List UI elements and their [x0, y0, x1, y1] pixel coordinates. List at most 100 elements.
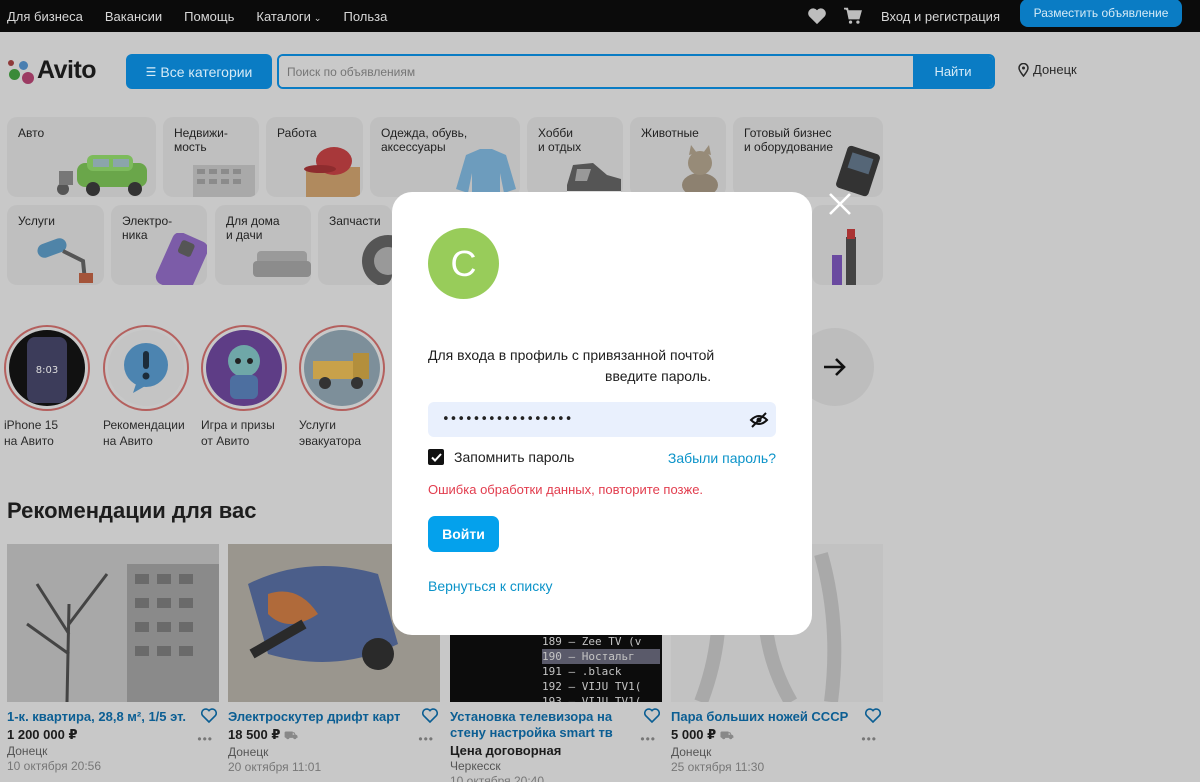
tv-channel-row: 191 — .black — [542, 665, 622, 678]
category-label: Работа — [277, 126, 317, 140]
logo-dots-icon — [7, 57, 35, 85]
top-bar: Для бизнеса Вакансии Помощь Каталоги ⌄ По… — [0, 0, 1200, 32]
listing-city: Донецк — [671, 745, 712, 759]
favorite-heart-icon[interactable] — [422, 708, 438, 723]
listing-title[interactable]: Пара больших ножей СССР — [671, 709, 861, 725]
login-message: Для входа в профиль с привязанной почтой… — [428, 345, 728, 387]
location-label: Донецк — [1033, 62, 1077, 77]
category-label: Для дома и дачи — [226, 214, 280, 242]
login-register-link[interactable]: Вход и регистрация — [881, 9, 1000, 24]
location-selector[interactable]: Донецк — [1018, 62, 1077, 77]
listing-city: Донецк — [7, 744, 48, 758]
post-ad-button[interactable]: Разместить объявление — [1020, 0, 1182, 27]
search-list-icon: ☰ — [145, 64, 157, 79]
phone-image — [155, 233, 207, 285]
password-field — [428, 402, 776, 437]
category-label: Готовый бизнес и оборудование — [744, 126, 833, 154]
more-options-icon[interactable]: ••• — [197, 732, 213, 746]
nav-catalogs[interactable]: Каталоги ⌄ — [256, 9, 321, 24]
back-to-list-link[interactable]: Вернуться к списку — [428, 578, 553, 594]
nav-jobs[interactable]: Вакансии — [105, 9, 162, 24]
top-nav: Для бизнеса Вакансии Помощь Каталоги ⌄ По… — [7, 9, 409, 24]
login-message-line2: введите пароль. — [605, 368, 712, 384]
story-ring — [103, 325, 189, 411]
story-label: Игра и призы от Авито — [201, 418, 275, 448]
nav-business[interactable]: Для бизнеса — [7, 9, 83, 24]
delivery-truck-icon: ⛟ — [719, 730, 734, 742]
listing-city: Черкесск — [450, 759, 501, 773]
story-ring: 8:03 — [4, 325, 90, 411]
avatar: С — [428, 228, 499, 299]
toggle-password-visibility-button[interactable] — [742, 402, 776, 437]
arrow-right-icon — [824, 358, 846, 376]
tv-channel-row: 190 — Ностальг — [542, 649, 660, 664]
listing-price-value: 18 500 ₽ — [228, 727, 281, 742]
story-label: iPhone 15 на Авито — [4, 418, 59, 448]
category-auto[interactable]: Авто — [7, 117, 156, 197]
exclamation-icon — [124, 343, 168, 393]
sneaker-image — [567, 163, 621, 195]
listing-date: 10 октября 20:56 — [7, 759, 102, 773]
login-button[interactable]: Войти — [428, 516, 499, 552]
favorite-heart-icon[interactable] — [865, 708, 881, 723]
location-pin-icon — [1018, 62, 1029, 77]
category-business[interactable]: Готовый бизнес и оборудование — [733, 117, 883, 197]
favorite-heart-icon[interactable] — [201, 708, 217, 723]
category-work[interactable]: Работа — [266, 117, 363, 197]
listing-card[interactable]: 1-к. квартира, 28,8 м², 1/5 эт. 1 200 00… — [7, 544, 219, 773]
cap-box-image — [304, 147, 360, 197]
more-options-icon[interactable]: ••• — [640, 732, 656, 746]
remember-password[interactable]: Запомнить пароль — [428, 449, 574, 465]
listing-title[interactable]: Электроскутер дрифт карт — [228, 709, 418, 725]
story-image — [206, 330, 282, 406]
category-clothing[interactable]: Одежда, обувь, аксессуары — [370, 117, 520, 197]
favorite-heart-icon[interactable] — [644, 708, 660, 723]
story-ring — [201, 325, 287, 411]
story-game[interactable]: Игра и призы от Авито — [201, 325, 287, 449]
listing-title[interactable]: Установка телевизора на стену настройка … — [450, 709, 640, 741]
category-parts[interactable]: Запчасти — [318, 205, 392, 285]
cat-image — [682, 145, 718, 197]
remember-label: Запомнить пароль — [454, 449, 575, 465]
error-message: Ошибка обработки данных, повторите позже… — [428, 482, 704, 497]
category-label: Авто — [18, 126, 45, 140]
avito-logo[interactable]: Avito — [7, 56, 97, 85]
nav-help[interactable]: Помощь — [184, 9, 234, 24]
listing-title[interactable]: 1-к. квартира, 28,8 м², 1/5 эт. — [7, 709, 197, 725]
story-iphone[interactable]: 8:03 iPhone 15 на Авито — [4, 325, 90, 449]
all-categories-button[interactable]: ☰ Все категории — [126, 54, 272, 89]
category-home[interactable]: Для дома и дачи — [215, 205, 311, 285]
listing-price: Цена договорная — [450, 743, 562, 758]
search-button[interactable]: Найти — [913, 56, 993, 87]
building-image — [193, 165, 255, 197]
category-label: Запчасти — [329, 214, 381, 228]
story-ring — [299, 325, 385, 411]
password-input[interactable] — [428, 402, 742, 437]
category-animals[interactable]: Животные — [630, 117, 726, 197]
checkmark-icon — [430, 452, 442, 462]
category-label: Недвижи- мость — [174, 126, 228, 154]
close-icon[interactable] — [826, 190, 854, 218]
jacket-image — [456, 149, 516, 197]
category-services[interactable]: Услуги — [7, 205, 104, 285]
remember-checkbox[interactable] — [428, 449, 444, 465]
category-realty[interactable]: Недвижи- мость — [163, 117, 259, 197]
story-tow-truck[interactable]: Услуги эвакуатора — [299, 325, 385, 449]
search-input[interactable] — [279, 56, 913, 87]
favorites-heart-icon[interactable] — [807, 7, 827, 25]
login-modal: С Для входа в профиль с привязанной почт… — [392, 192, 812, 635]
tv-channel-row: 193 — VIJU TV1( — [542, 695, 642, 702]
category-electronics[interactable]: Электро- ника — [111, 205, 207, 285]
nav-benefit[interactable]: Польза — [343, 9, 387, 24]
listing-price: 1 200 000 ₽ — [7, 727, 78, 742]
cart-icon[interactable] — [843, 7, 863, 25]
chevron-down-icon: ⌄ — [313, 12, 322, 23]
more-options-icon[interactable]: ••• — [861, 732, 877, 746]
category-label: Животные — [641, 126, 699, 140]
forgot-password-link[interactable]: Забыли пароль? — [668, 450, 776, 466]
story-recommendations[interactable]: Рекомендации на Авито — [103, 325, 189, 449]
category-hobby[interactable]: Хобби и отдых — [527, 117, 623, 197]
more-options-icon[interactable]: ••• — [418, 732, 434, 746]
eye-off-icon — [749, 411, 769, 428]
sofa-image — [253, 251, 311, 277]
